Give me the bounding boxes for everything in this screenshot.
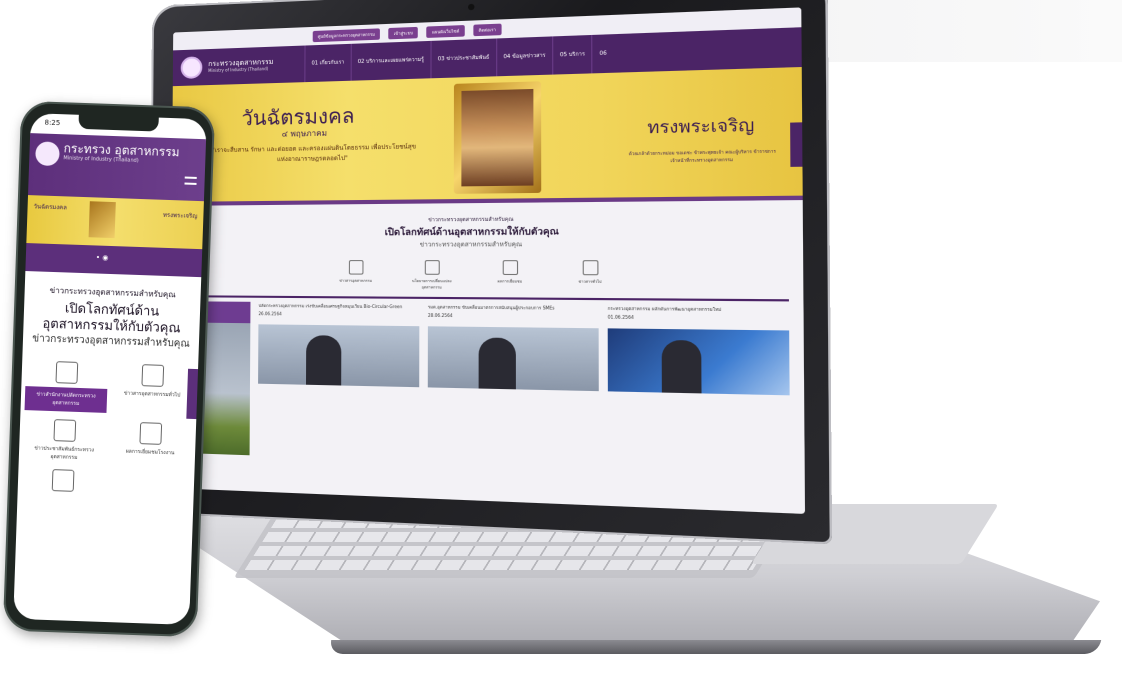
smartphone: 8:25 กระทรวง อุตสาหกรรม Ministry of Indu… (2, 100, 216, 638)
carousel-dots[interactable]: • ◉ (96, 253, 109, 261)
laptop-screen: ศูนย์ข้อมูลกระทรวงอุตสาหกรรม เข้าสู่ระบบ… (169, 7, 806, 514)
news-card[interactable]: รมต.อุตสาหกรรม ขับเคลื่อนมาตรการสนับสนุน… (427, 303, 599, 467)
category-item[interactable]: ข่าวสารอุตสาหกรรม (335, 260, 377, 290)
menu-item[interactable]: 06 (591, 34, 614, 74)
phone-notch (78, 114, 159, 132)
newspaper-icon (348, 260, 363, 275)
royal-portrait-frame (453, 81, 542, 194)
person-silhouette (478, 337, 516, 390)
laptop-base-edge (328, 640, 1102, 654)
mobile-hero-banner[interactable]: วันฉัตรมงคล ทรงพระเจริญ (26, 195, 204, 250)
picture-icon (51, 469, 75, 493)
menu-item[interactable]: 04 ข้อมูลข่าวสาร (495, 36, 553, 77)
conveyor-icon (424, 260, 440, 275)
news-photo (607, 328, 790, 396)
top-button[interactable]: ติดต่อเรา (473, 23, 502, 36)
menu-item[interactable]: 05 บริการ (552, 34, 592, 75)
category-tile[interactable] (22, 468, 105, 497)
mobile-category-grid: ข่าวสำนักงานปลัดกระทรวงอุตสาหกรรม ข่าวสา… (18, 346, 199, 500)
banner-date: ๔ พฤษภาคม (281, 128, 328, 139)
cube-icon (141, 364, 165, 388)
category-label: ข่าวสารทั่วไป (578, 279, 602, 284)
menu-item[interactable]: 02 บริการและเผยแพร่ความรู้ (350, 40, 431, 81)
category-tile[interactable]: ผลการเยี่ยมชมโรงงาน (109, 421, 192, 466)
category-icons: ข่าวสารอุตสาหกรรม นโยบายการเปลี่ยนแปลงอุ… (171, 249, 803, 293)
device-mockup: ศูนย์ข้อมูลกระทรวงอุตสาหกรรม เข้าสู่ระบบ… (0, 0, 1136, 675)
banner-right-title: ทรงพระเจริญ (647, 114, 755, 138)
mobile-section-header: ข่าวกระทรวงอุตสาหกรรมสำหรับคุณ เปิดโลกทั… (23, 271, 202, 352)
news-date: 01.06.2564 (607, 314, 634, 320)
desktop-hero-banner[interactable]: วันฉัตรมงคล ๔ พฤษภาคม "เราจะสืบสาน รักษา… (171, 66, 803, 206)
category-item[interactable]: ผลการเยี่ยมชม (488, 260, 532, 291)
banner-right-subtitle: ด้วยเกล้าด้วยกระหม่อม ขอเดชะ ข้าพระพุทธเ… (628, 148, 776, 164)
category-item[interactable]: นโยบายการเปลี่ยนแปลงอุตสาหกรรม (410, 260, 453, 291)
menu-item[interactable]: 01 เกี่ยวกับเรา (304, 43, 351, 83)
menu-item[interactable]: 03 ข่าวประชาสัมพันธ์ (430, 38, 496, 79)
news-date: 26.06.2564 (258, 311, 282, 317)
banner-quote: "เราจะสืบสาน รักษา และต่อยอด และครองแผ่น… (211, 143, 417, 164)
news-photo (258, 324, 420, 388)
ministry-logo-icon[interactable] (180, 56, 203, 79)
mobile-banner-right: ทรงพระเจริญ (162, 211, 198, 220)
tile-label: ข่าวสารอุตสาหกรรมทั่วไป (123, 390, 181, 399)
tile-label: ข่าวประชาสัมพันธ์กระทรวงอุตสาหกรรม (34, 445, 95, 462)
person-silhouette (305, 335, 341, 386)
category-tile[interactable]: ข่าวประชาสัมพันธ์กระทรวงอุตสาหกรรม (23, 418, 106, 463)
news-date: 28.06.2564 (427, 312, 453, 319)
news-section-header: ข่าวกระทรวงอุตสาหกรรมสำหรับคุณ เปิดโลกทั… (171, 200, 803, 250)
tile-label: ผลการเยี่ยมชมโรงงาน (125, 448, 175, 457)
mobile-header: กระทรวง อุตสาหกรรม Ministry of Industry … (28, 133, 207, 202)
top-button[interactable]: แผนผังเว็บไซต์ (426, 24, 465, 38)
news-list: ปลัดกระทรวงอุตสาหกรรม เร่งขับเคลื่อนเศรษ… (170, 297, 805, 479)
category-item[interactable]: ข่าวสารทั่วไป (568, 260, 613, 291)
head-gear-icon (139, 422, 163, 446)
building-icon (55, 361, 79, 385)
news-title: กระทรวงอุตสาหกรรม ผลักดันการพัฒนาอุตสาหก… (607, 305, 722, 313)
conveyor-icon (53, 419, 77, 443)
news-card[interactable]: ปลัดกระทรวงอุตสาหกรรม เร่งขับเคลื่อนเศรษ… (258, 302, 420, 461)
category-label: ผลการเยี่ยมชม (497, 279, 523, 284)
picture-icon (582, 260, 598, 276)
person-silhouette (661, 339, 701, 394)
head-gear-icon (502, 260, 518, 276)
section-subtitle: ข่าวกระทรวงอุตสาหกรรมสำหรับคุณ (419, 240, 523, 249)
news-card[interactable]: กระทรวงอุตสาหกรรม ผลักดันการพัฒนาอุตสาหก… (608, 305, 791, 474)
category-label: นโยบายการเปลี่ยนแปลงอุตสาหกรรม (412, 278, 452, 290)
hamburger-menu-icon[interactable] (184, 176, 197, 185)
top-button[interactable]: ศูนย์ข้อมูลกระทรวงอุตสาหกรรม (312, 27, 381, 42)
mobile-kicker: ข่าวกระทรวงอุตสาหกรรมสำหรับคุณ (49, 285, 176, 300)
royal-portrait (461, 88, 534, 187)
camera-icon (467, 3, 474, 11)
feedback-tab[interactable] (790, 122, 803, 167)
feedback-tab[interactable] (186, 368, 199, 420)
royal-portrait-frame (88, 201, 116, 239)
ministry-logo-icon[interactable] (35, 141, 60, 167)
news-title: ปลัดกระทรวงอุตสาหกรรม เร่งขับเคลื่อนเศรษ… (258, 302, 403, 310)
tile-label: ข่าวสำนักงานปลัดกระทรวงอุตสาหกรรม (24, 386, 108, 414)
news-title: รมต.อุตสาหกรรม ขับเคลื่อนมาตรการสนับสนุน… (427, 304, 555, 311)
category-tile[interactable]: ข่าวสำนักงานปลัดกระทรวงอุตสาหกรรม (24, 360, 109, 414)
phone-screen: 8:25 กระทรวง อุตสาหกรรม Ministry of Indu… (13, 113, 207, 625)
desktop-brand: กระทรวงอุตสาหกรรม Ministry of Industry (… (208, 58, 298, 73)
laptop-lid: ศูนย์ข้อมูลกระทรวงอุตสาหกรรม เข้าสู่ระบบ… (147, 0, 833, 545)
brand-english: Ministry of Industry (Thailand) (208, 65, 269, 73)
category-label: ข่าวสารอุตสาหกรรม (339, 278, 372, 283)
category-tile[interactable]: ข่าวสารอุตสาหกรรมทั่วไป (110, 363, 194, 416)
top-button[interactable]: เข้าสู่ระบบ (388, 26, 419, 39)
news-photo (427, 326, 599, 392)
mobile-banner-left: วันฉัตรมงคล (33, 203, 67, 212)
